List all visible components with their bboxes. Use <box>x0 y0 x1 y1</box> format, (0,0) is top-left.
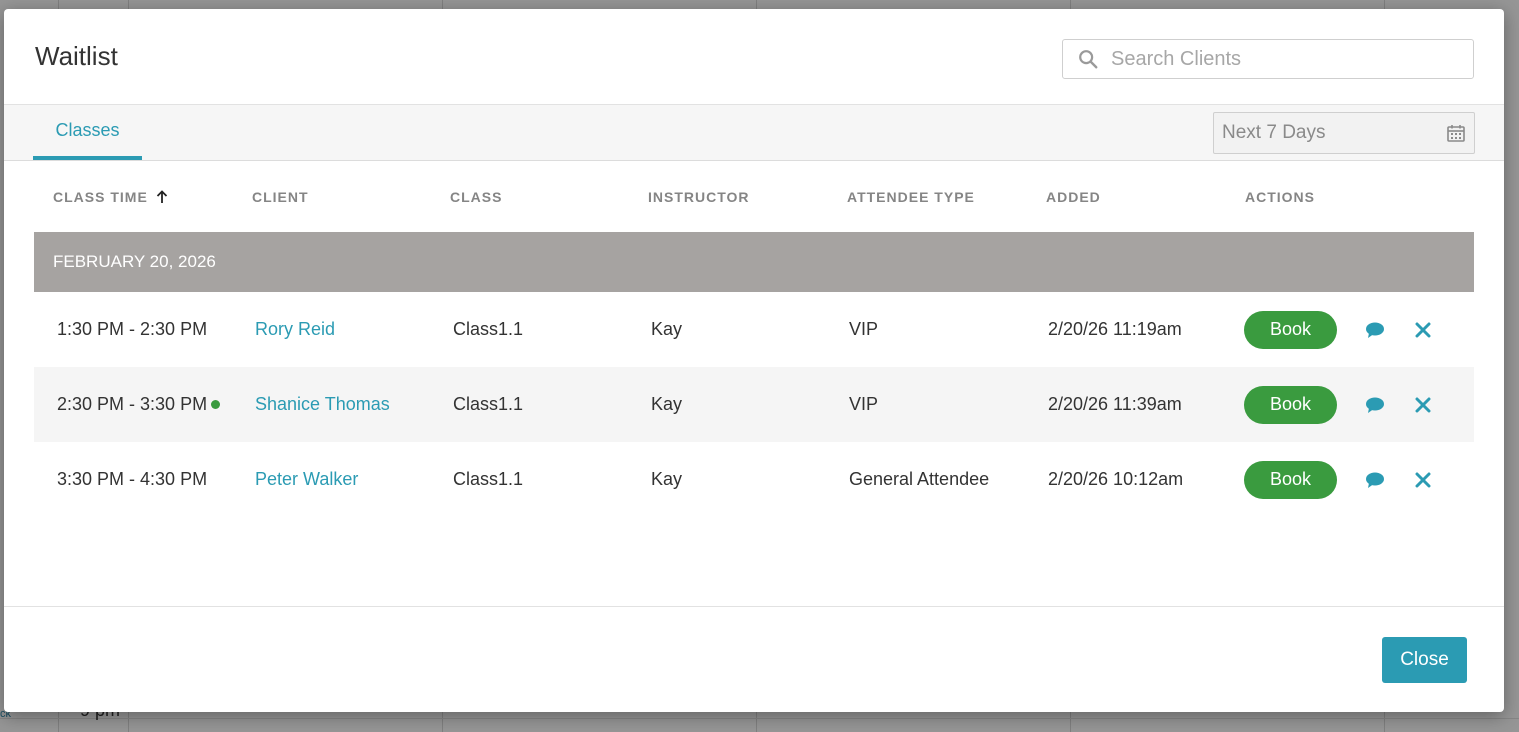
message-button[interactable] <box>1363 468 1387 492</box>
book-button[interactable]: Book <box>1244 385 1337 424</box>
book-button[interactable]: Book <box>1244 310 1337 349</box>
instructor: Kay <box>651 394 683 414</box>
class-time-cell: 2:30 PM - 3:30 PM <box>34 394 233 415</box>
chat-bubble-icon <box>1366 397 1384 413</box>
column-label: CLASS TIME <box>53 188 148 205</box>
class-time: 3:30 PM - 4:30 PM <box>57 469 208 489</box>
arrow-up-icon <box>156 189 167 203</box>
attendee-type: General Attendee <box>849 469 990 489</box>
actions-cell: Book <box>1226 460 1474 499</box>
client-link[interactable]: Peter Walker <box>255 469 358 490</box>
search-box[interactable] <box>1062 39 1474 79</box>
book-button[interactable]: Book <box>1244 460 1337 499</box>
close-x-icon <box>1415 322 1431 337</box>
close-x-icon <box>1415 472 1431 487</box>
instructor: Kay <box>651 319 683 339</box>
column-header-client[interactable]: CLIENT <box>233 189 431 205</box>
class-time-cell: 1:30 PM - 2:30 PM <box>34 319 233 340</box>
added-date: 2/20/26 11:39am <box>1048 394 1182 414</box>
actions-cell: Book <box>1226 385 1474 424</box>
date-group-header: FEBRUARY 20, 2026 <box>34 232 1474 292</box>
column-header-attendee-type[interactable]: ATTENDEE TYPE <box>828 189 1027 205</box>
instructor: Kay <box>651 469 683 489</box>
close-button[interactable]: Close <box>1382 637 1467 683</box>
table-row: 3:30 PM - 4:30 PM Peter Walker Class1.1 … <box>34 442 1474 517</box>
class-name: Class1.1 <box>453 394 524 414</box>
remove-button[interactable] <box>1411 393 1435 417</box>
modal-title: Waitlist <box>35 41 118 71</box>
status-dot <box>211 400 221 409</box>
table-header: CLASS TIME CLIENT CLASS INSTRUCTOR ATTEN… <box>34 161 1474 232</box>
message-button[interactable] <box>1363 318 1387 342</box>
date-range-value: Next 7 Days <box>1222 122 1326 143</box>
message-button[interactable] <box>1363 393 1387 417</box>
class-time-cell: 3:30 PM - 4:30 PM <box>34 469 233 490</box>
table-row: 1:30 PM - 2:30 PM Rory Reid Class1.1 Kay… <box>34 292 1474 367</box>
column-header-instructor[interactable]: INSTRUCTOR <box>629 189 828 205</box>
class-name: Class1.1 <box>453 469 524 489</box>
table-row: 2:30 PM - 3:30 PM Shanice Thomas Class1.… <box>34 367 1474 442</box>
column-header-actions: ACTIONS <box>1245 188 1315 205</box>
actions-cell: Book <box>1226 310 1474 349</box>
chat-bubble-icon <box>1366 322 1384 338</box>
close-x-icon <box>1415 397 1431 412</box>
search-input[interactable] <box>1111 47 1451 71</box>
class-name: Class1.1 <box>453 319 524 339</box>
added-date: 2/20/26 11:19am <box>1048 319 1182 339</box>
chat-bubble-icon <box>1366 472 1384 488</box>
calendar-icon <box>1447 125 1465 142</box>
waitlist-modal: Waitlist Classes Next 7 Days <box>4 9 1504 712</box>
client-link[interactable]: Rory Reid <box>255 319 335 340</box>
attendee-type: VIP <box>849 394 879 414</box>
attendee-type: VIP <box>849 319 879 339</box>
remove-button[interactable] <box>1411 468 1435 492</box>
client-link[interactable]: Shanice Thomas <box>255 394 390 415</box>
added-date: 2/20/26 10:12am <box>1048 469 1184 489</box>
date-range-select[interactable]: Next 7 Days <box>1213 112 1475 154</box>
column-header-class-time[interactable]: CLASS TIME <box>34 189 233 205</box>
class-time: 2:30 PM - 3:30 PM <box>57 394 208 414</box>
class-time: 1:30 PM - 2:30 PM <box>57 319 208 339</box>
column-header-added[interactable]: ADDED <box>1027 189 1226 205</box>
modal-header: Waitlist <box>4 9 1504 105</box>
tabs-bar: Classes Next 7 Days <box>4 105 1504 161</box>
waitlist-table: CLASS TIME CLIENT CLASS INSTRUCTOR ATTEN… <box>34 161 1474 517</box>
tab-classes[interactable]: Classes <box>33 105 142 160</box>
search-icon <box>1079 50 1098 69</box>
remove-button[interactable] <box>1411 318 1435 342</box>
column-header-class[interactable]: CLASS <box>431 189 629 205</box>
modal-footer: Close <box>4 606 1504 712</box>
